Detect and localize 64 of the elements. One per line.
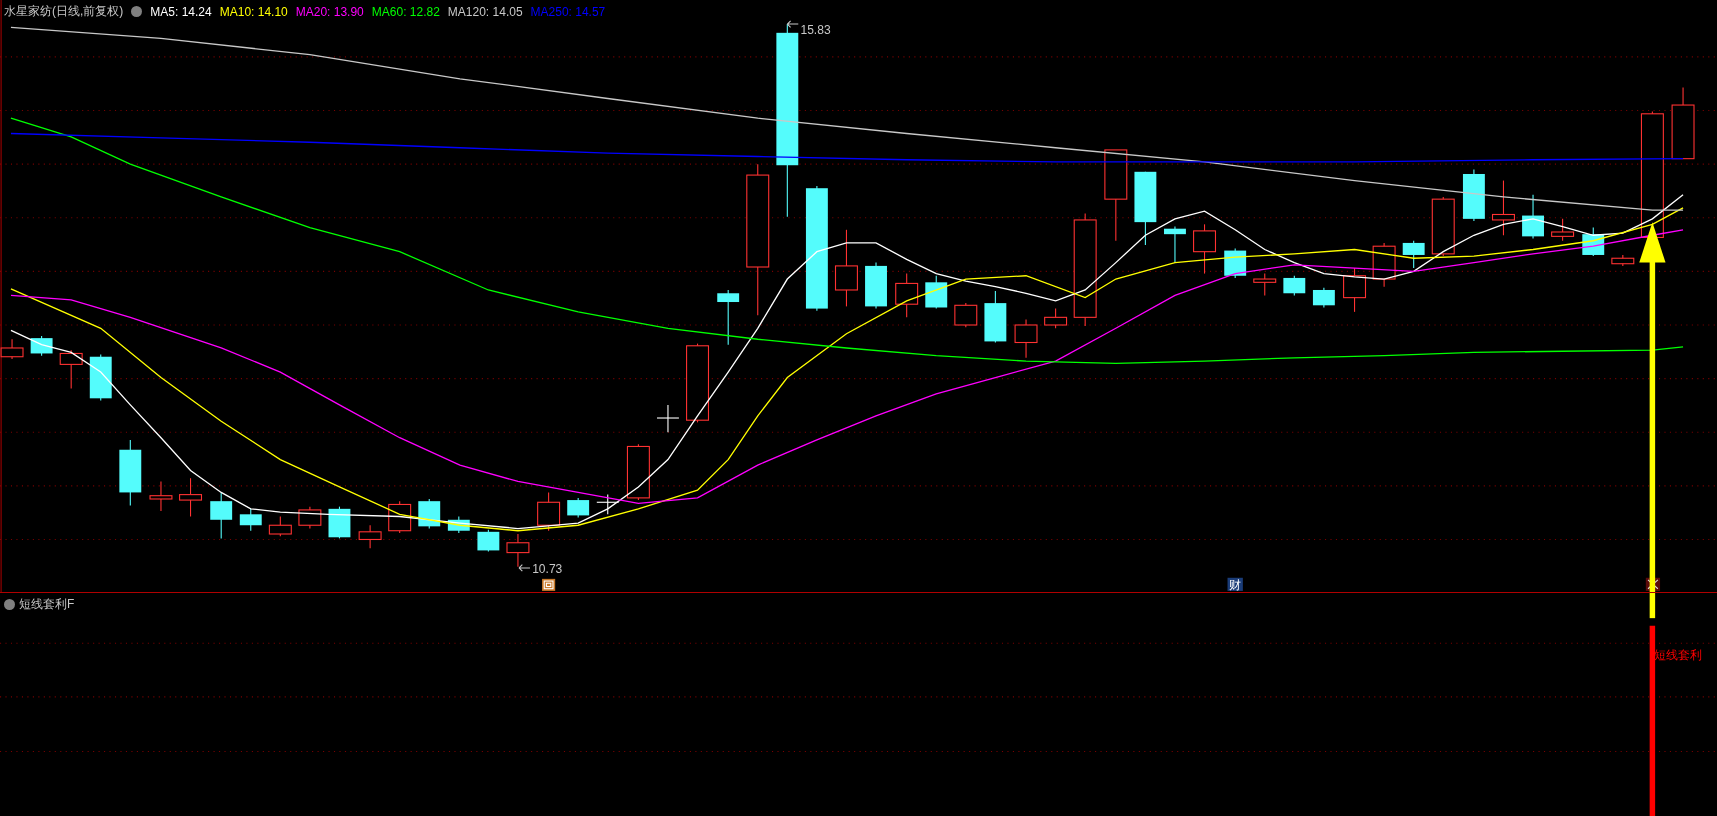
falling-candlestick bbox=[1312, 287, 1335, 309]
falling-candlestick bbox=[477, 529, 500, 553]
falling-candlestick bbox=[328, 506, 351, 539]
moving-average-value: MA250: 14.57 bbox=[530, 4, 606, 19]
rising-candlestick bbox=[179, 477, 203, 518]
falling-candlestick bbox=[239, 508, 262, 532]
rising-candlestick bbox=[1491, 180, 1515, 236]
doji-candlestick bbox=[656, 404, 680, 433]
rising-candlestick bbox=[298, 506, 322, 530]
rising-candlestick bbox=[1343, 267, 1367, 313]
event-marker-icon[interactable] bbox=[542, 578, 556, 591]
falling-candlestick bbox=[119, 439, 142, 507]
rising-candlestick bbox=[59, 349, 83, 389]
arrow-icon bbox=[518, 564, 531, 572]
falling-candlestick bbox=[925, 275, 948, 310]
falling-candlestick bbox=[210, 491, 233, 539]
falling-candlestick bbox=[984, 290, 1007, 344]
rising-candlestick bbox=[506, 533, 530, 568]
falling-candlestick bbox=[865, 262, 887, 310]
chart-title: 水星家纺(日线,前复权) bbox=[4, 3, 124, 20]
rising-candlestick bbox=[268, 515, 292, 537]
falling-candlestick bbox=[717, 289, 740, 346]
falling-candlestick bbox=[567, 497, 590, 519]
falling-candlestick bbox=[1402, 240, 1425, 269]
event-marker-background bbox=[1227, 577, 1243, 591]
falling-candlestick bbox=[1522, 194, 1544, 240]
rising-candlestick bbox=[1611, 254, 1635, 267]
falling-candlestick bbox=[418, 498, 441, 530]
falling-candlestick bbox=[89, 354, 112, 402]
event-marker[interactable]: 财 bbox=[1229, 577, 1242, 592]
moving-average-value: MA60: 12.82 bbox=[371, 4, 440, 19]
dropdown-icon[interactable] bbox=[131, 6, 143, 17]
falling-candlestick bbox=[1462, 169, 1485, 222]
rising-candlestick bbox=[1551, 218, 1575, 242]
low-price-label: 10.73 bbox=[532, 562, 563, 577]
rising-candlestick bbox=[149, 480, 173, 512]
rising-candlestick bbox=[1431, 196, 1455, 257]
moving-average-value: MA10: 14.10 bbox=[219, 4, 288, 19]
rising-candlestick bbox=[1193, 223, 1217, 275]
signal-label: 短线套利 bbox=[1654, 647, 1702, 664]
rising-candlestick bbox=[1014, 319, 1038, 359]
rising-candlestick bbox=[1253, 273, 1277, 296]
moving-average-value: MA5: 14.24 bbox=[150, 4, 212, 19]
rising-candlestick bbox=[1044, 308, 1068, 329]
rising-candlestick bbox=[626, 443, 650, 501]
moving-average-value: MA120: 14.05 bbox=[447, 4, 523, 19]
indicator-title: 短线套利F bbox=[19, 596, 75, 613]
falling-candlestick bbox=[1224, 247, 1247, 279]
dropdown-icon[interactable] bbox=[4, 599, 15, 610]
rising-candlestick bbox=[954, 302, 978, 328]
falling-candlestick bbox=[447, 515, 470, 534]
falling-candlestick bbox=[1164, 225, 1186, 264]
rising-candlestick bbox=[1372, 242, 1396, 288]
rising-candlestick bbox=[358, 524, 382, 549]
rising-candlestick bbox=[537, 491, 561, 532]
falling-candlestick bbox=[30, 335, 53, 357]
rising-candlestick bbox=[388, 500, 412, 534]
rising-candlestick bbox=[895, 273, 919, 318]
doji-candlestick bbox=[596, 494, 620, 515]
high-price-label: 15.83 bbox=[800, 22, 831, 37]
arrow-icon bbox=[786, 20, 799, 28]
moving-average-value: MA20: 13.90 bbox=[295, 4, 364, 19]
falling-candlestick bbox=[1582, 227, 1605, 257]
falling-candlestick bbox=[1283, 275, 1306, 296]
